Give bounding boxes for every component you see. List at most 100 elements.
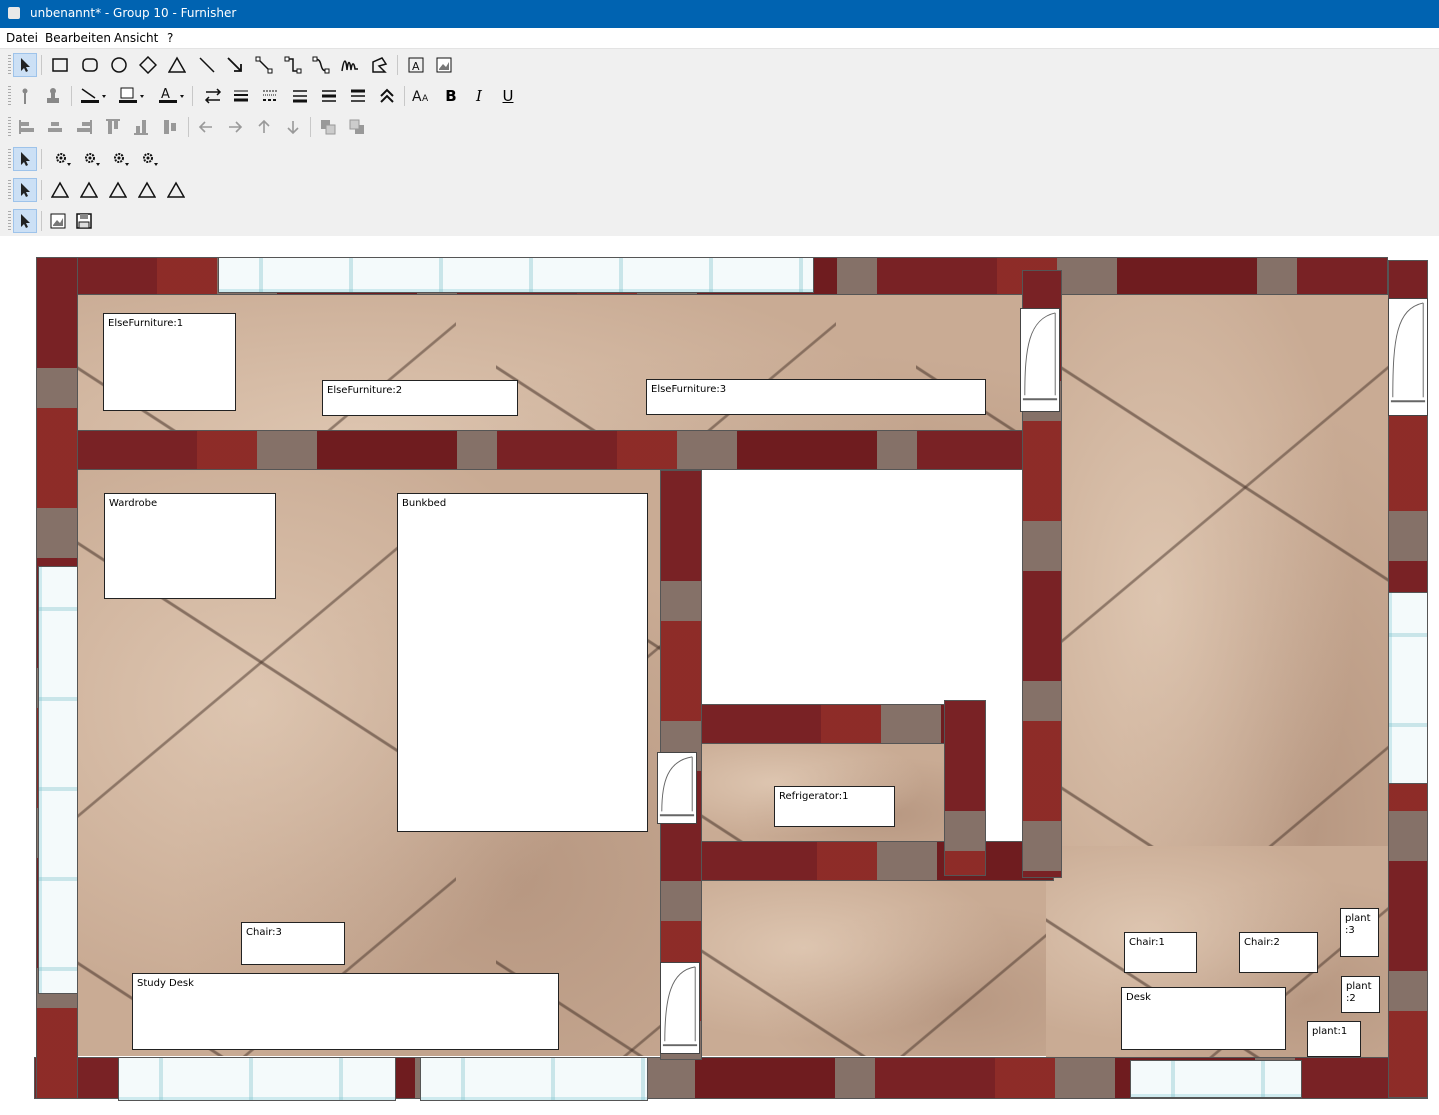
wall-kitchen-top[interactable] (700, 704, 946, 744)
arrow-up-icon[interactable] (252, 115, 276, 139)
furniture-wardrobe[interactable]: Wardrobe (104, 493, 276, 599)
line-color-icon[interactable] (78, 84, 108, 108)
collapse-icon[interactable] (376, 84, 400, 108)
pointer-icon[interactable] (13, 147, 37, 171)
save-icon[interactable] (72, 209, 96, 233)
pointer-icon[interactable] (13, 209, 37, 233)
door-3[interactable] (657, 752, 697, 824)
furniture-refrigerator[interactable]: Refrigerator:1 (774, 786, 895, 827)
arrow-right-icon[interactable] (223, 115, 247, 139)
gear-icon[interactable] (108, 147, 132, 171)
pin-icon[interactable] (13, 84, 37, 108)
align-top-edge-icon[interactable] (101, 115, 125, 139)
furniture-else-2[interactable]: ElseFurniture:2 (322, 380, 518, 416)
image-icon[interactable] (46, 209, 70, 233)
align-left-icon[interactable] (15, 115, 39, 139)
toolbar-area: A A AA B I U (0, 49, 1439, 236)
window-bottom-1[interactable] (118, 1057, 396, 1101)
pointer-icon[interactable] (13, 178, 37, 202)
toolbar-align (8, 113, 388, 141)
menu-bearbeiten[interactable]: Bearbeiten (45, 31, 111, 45)
furniture-plant-1[interactable]: plant:1 (1307, 1021, 1361, 1057)
curved-connector-icon[interactable] (309, 53, 333, 77)
triangle-icon[interactable] (165, 53, 189, 77)
furniture-else-3[interactable]: ElseFurniture:3 (646, 379, 986, 415)
align-bottom-icon[interactable] (347, 84, 371, 108)
furniture-chair-2[interactable]: Chair:2 (1239, 932, 1318, 973)
svg-text:A: A (422, 94, 429, 104)
align-bottom-edge-icon[interactable] (129, 115, 153, 139)
door-2[interactable] (1388, 298, 1428, 416)
align-top-icon[interactable] (289, 84, 313, 108)
furniture-study-desk[interactable]: Study Desk (132, 973, 559, 1050)
align-middle-icon[interactable] (318, 84, 342, 108)
fill-color-icon[interactable] (116, 84, 146, 108)
window-right[interactable] (1388, 592, 1428, 784)
elbow-connector-icon[interactable] (281, 53, 305, 77)
image-icon[interactable] (432, 53, 456, 77)
pointer-icon[interactable] (13, 53, 37, 77)
rounded-rectangle-icon[interactable] (78, 53, 102, 77)
wall-middle[interactable] (76, 430, 1024, 470)
text-icon[interactable]: A (404, 53, 428, 77)
furniture-plant-3[interactable]: plant :3 (1340, 908, 1379, 957)
door-4[interactable] (660, 962, 700, 1054)
title-bar: unbenannt* - Group 10 - Furnisher (0, 0, 1439, 28)
gear-icon[interactable] (137, 147, 161, 171)
underline-icon[interactable]: U (496, 84, 520, 108)
arrow-down-icon[interactable] (281, 115, 305, 139)
window-title: unbenannt* - Group 10 - Furnisher (30, 6, 237, 20)
toolbar-tools (8, 145, 178, 173)
spacing-icon[interactable] (201, 84, 225, 108)
door-1[interactable] (1020, 308, 1060, 412)
toolbar-grip[interactable] (8, 55, 11, 75)
wall-kitchen-right[interactable] (944, 700, 986, 876)
arrow-left-icon[interactable] (194, 115, 218, 139)
window-left[interactable] (38, 566, 78, 994)
triangle-icon[interactable] (164, 178, 188, 202)
floor-plan-canvas[interactable]: ElseFurniture:1 ElseFurniture:2 ElseFurn… (0, 236, 1439, 1115)
menu-ansicht[interactable]: Ansicht (114, 31, 158, 45)
svg-text:A: A (161, 87, 170, 102)
font-size-icon[interactable]: AA (410, 84, 434, 108)
furniture-chair-1[interactable]: Chair:1 (1124, 932, 1197, 973)
align-center-icon[interactable] (43, 115, 67, 139)
stamp-icon[interactable] (41, 84, 65, 108)
polygon-icon[interactable] (367, 53, 391, 77)
gear-icon[interactable] (50, 147, 74, 171)
line-icon[interactable] (195, 53, 219, 77)
line-width-icon[interactable] (230, 84, 254, 108)
arrow-icon[interactable] (223, 53, 247, 77)
diamond-icon[interactable] (136, 53, 160, 77)
triangle-icon[interactable] (48, 178, 72, 202)
furniture-desk[interactable]: Desk (1121, 987, 1286, 1050)
toolbar-file (8, 207, 118, 235)
freehand-icon[interactable] (338, 53, 362, 77)
line-dash-icon[interactable] (259, 84, 283, 108)
furniture-chair-3[interactable]: Chair:3 (241, 922, 345, 965)
svg-text:A: A (412, 60, 420, 73)
triangle-icon[interactable] (106, 178, 130, 202)
gear-icon[interactable] (79, 147, 103, 171)
wall-kitchen-bottom[interactable] (696, 841, 1054, 881)
triangle-icon[interactable] (135, 178, 159, 202)
align-right-icon[interactable] (72, 115, 96, 139)
menu-help[interactable]: ? (167, 31, 173, 45)
window-bottom-3[interactable] (1130, 1060, 1302, 1098)
triangle-icon[interactable] (77, 178, 101, 202)
italic-icon[interactable]: I (467, 84, 491, 108)
menu-datei[interactable]: Datei (6, 31, 38, 45)
send-back-icon[interactable] (345, 115, 369, 139)
window-top[interactable] (218, 257, 814, 293)
furniture-plant-2[interactable]: plant :2 (1341, 976, 1380, 1013)
furniture-else-1[interactable]: ElseFurniture:1 (103, 313, 236, 411)
bold-icon[interactable]: B (439, 84, 463, 108)
bring-front-icon[interactable] (316, 115, 340, 139)
window-bottom-2[interactable] (420, 1057, 648, 1101)
furniture-bunkbed[interactable]: Bunkbed (397, 493, 648, 832)
ellipse-icon[interactable] (107, 53, 131, 77)
font-color-icon[interactable]: A (156, 84, 186, 108)
connector-icon[interactable] (252, 53, 276, 77)
rectangle-icon[interactable] (48, 53, 72, 77)
align-middle-edge-icon[interactable] (158, 115, 182, 139)
